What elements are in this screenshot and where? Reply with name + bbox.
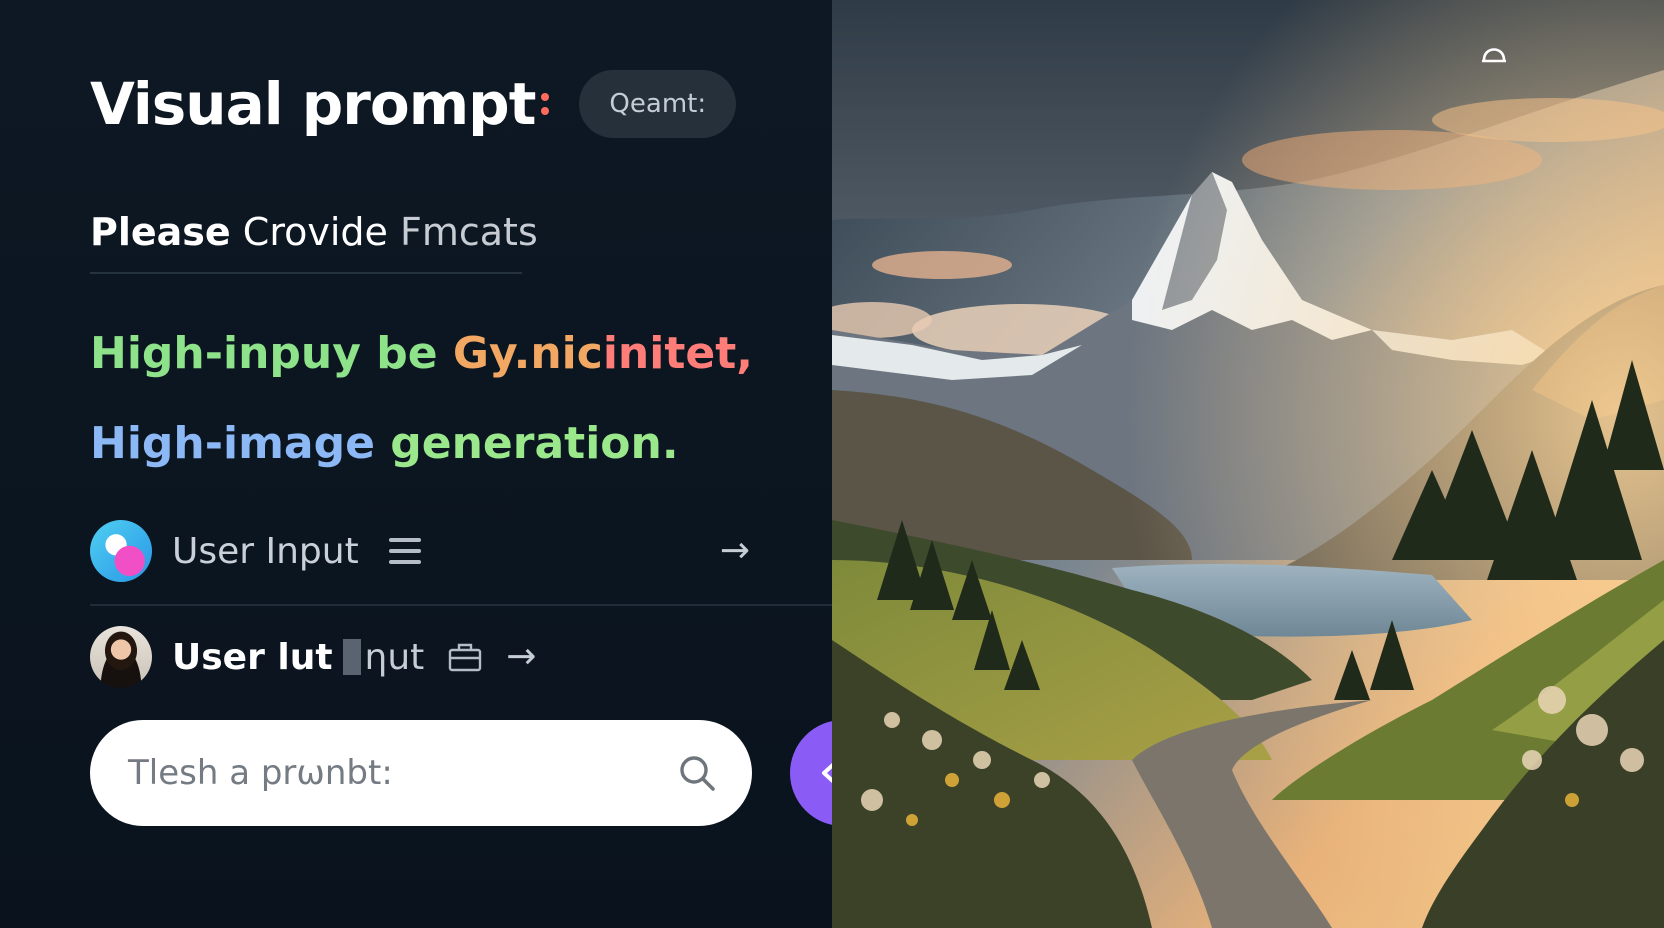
headline-2-part-2: generation. <box>390 418 679 469</box>
user-input-row[interactable]: User Input → <box>90 520 750 582</box>
headline-line-2: High-image generation. <box>90 418 679 469</box>
text-cursor <box>342 638 361 675</box>
dome-icon[interactable] <box>1480 40 1508 68</box>
hamburger-menu-icon[interactable] <box>388 538 421 564</box>
row-divider <box>90 604 832 606</box>
page-title: Visual prompt <box>90 70 536 138</box>
user-profile-label-thin: ηut <box>364 636 425 678</box>
landscape-illustration <box>832 0 1664 928</box>
arrow-right-icon[interactable]: → <box>720 533 750 569</box>
search-icon[interactable] <box>678 754 716 792</box>
app-logo-avatar <box>90 520 152 582</box>
subtitle-word-1: Please <box>90 210 231 254</box>
subtitle-underline <box>90 272 522 274</box>
title-row: Visual prompt Qeamt: <box>90 70 737 138</box>
submit-fab-button[interactable] <box>790 720 832 826</box>
subtitle: Please Crovide Fmcats <box>90 210 538 254</box>
user-profile-row[interactable]: User lut ηut → <box>90 626 536 688</box>
headline-line-1: High-inpuy be Gy.nicinitet, <box>90 328 753 379</box>
mode-pill-label: Qeamt: <box>609 89 707 119</box>
colon-mark-icon <box>541 93 550 115</box>
user-profile-label-bold: User lut <box>172 636 333 678</box>
chevron-left-icon <box>822 763 832 783</box>
avatar <box>90 626 152 688</box>
briefcase-icon[interactable] <box>448 642 482 672</box>
search-input[interactable]: Tlesh a prωnbt: <box>128 753 393 793</box>
prompt-panel: Visual prompt Qeamt: Please Crovide Fmca… <box>0 0 832 928</box>
prompt-search-bar[interactable]: Tlesh a prωnbt: <box>90 720 752 826</box>
subtitle-word-3: Fmcats <box>400 210 538 254</box>
headline-2-part-1: High-image <box>90 418 391 469</box>
subtitle-word-2: Crovide <box>242 210 388 254</box>
user-input-label: User Input <box>172 530 359 572</box>
headline-1-part-3: initet, <box>602 328 753 379</box>
mode-pill-button[interactable]: Qeamt: <box>579 70 737 138</box>
user-profile-label: User lut ηut <box>172 637 424 678</box>
headline-1-part-1: High-inpuy be <box>90 328 453 379</box>
headline-1-part-2: Gy.nic <box>452 328 603 379</box>
arrow-right-icon[interactable]: → <box>506 639 536 675</box>
mountain-landscape-image <box>832 0 1664 928</box>
